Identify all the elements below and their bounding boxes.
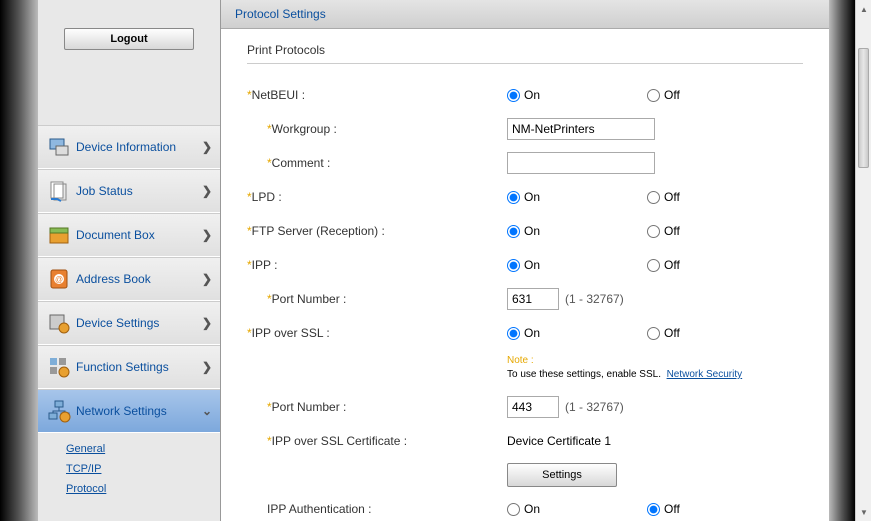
address-book-icon: @ [46,266,72,292]
radio-ipp-off[interactable]: Off [647,258,680,272]
radio-ippssl-on[interactable]: On [507,326,540,340]
label-workgroup: Workgroup : [272,122,337,136]
sidebar-item-device-settings[interactable]: Device Settings ❯ [38,301,220,345]
radio-ippssl-off[interactable]: Off [647,326,680,340]
label-lpd: LPD : [252,190,282,204]
workgroup-input[interactable] [507,118,655,140]
comment-input[interactable] [507,152,655,174]
section-title: Print Protocols [247,43,803,64]
port-range-hint: (1 - 32767) [565,400,624,414]
sidebar-item-label: Network Settings [76,404,202,418]
label-comment: Comment : [272,156,331,170]
label-ipp-port: Port Number : [272,292,347,306]
network-security-link[interactable]: Network Security [667,369,743,380]
chevron-right-icon: ❯ [202,272,212,286]
settings-button[interactable]: Settings [507,463,617,487]
chevron-right-icon: ❯ [202,140,212,154]
document-box-icon [46,222,72,248]
svg-text:@: @ [55,275,63,284]
ippssl-port-input[interactable] [507,396,559,418]
sidebar-item-label: Device Settings [76,316,202,330]
page-title: Protocol Settings [221,0,829,29]
sidebar-item-label: Function Settings [76,360,202,374]
radio-ippauth-on[interactable]: On [507,502,540,516]
label-ippauth: IPP Authentication : [267,502,372,516]
sidebar: Logout Device Information ❯ Job Status ❯… [38,0,220,521]
label-netbeui: NetBEUI : [252,88,305,102]
sidebar-item-network-settings[interactable]: Network Settings ⌄ [38,389,220,433]
sidebar-item-device-information[interactable]: Device Information ❯ [38,125,220,169]
scroll-up-icon[interactable]: ▲ [858,2,870,16]
sidebar-item-label: Job Status [76,184,202,198]
radio-netbeui-on[interactable]: On [507,88,540,102]
sub-nav-general[interactable]: General [66,439,220,459]
sidebar-item-address-book[interactable]: @ Address Book ❯ [38,257,220,301]
radio-netbeui-off[interactable]: Off [647,88,680,102]
label-ippssl-cert: IPP over SSL Certificate : [272,434,407,448]
network-settings-icon [46,398,72,424]
sidebar-item-function-settings[interactable]: Function Settings ❯ [38,345,220,389]
sidebar-item-label: Document Box [76,228,202,242]
radio-ipp-on[interactable]: On [507,258,540,272]
radio-ftp-off[interactable]: Off [647,224,680,238]
logout-button[interactable]: Logout [64,28,194,50]
job-status-icon [46,178,72,204]
port-range-hint: (1 - 32767) [565,292,624,306]
ipp-port-input[interactable] [507,288,559,310]
ssl-note: Note : To use these settings, enable SSL… [507,354,803,382]
label-ippssl: IPP over SSL : [252,326,330,340]
vertical-scrollbar[interactable]: ▲ ▼ [855,0,871,521]
sidebar-item-label: Device Information [76,140,202,154]
radio-lpd-on[interactable]: On [507,190,540,204]
scroll-down-icon[interactable]: ▼ [858,505,870,519]
sidebar-item-job-status[interactable]: Job Status ❯ [38,169,220,213]
function-settings-icon [46,354,72,380]
radio-ftp-on[interactable]: On [507,224,540,238]
device-settings-icon [46,310,72,336]
radio-lpd-off[interactable]: Off [647,190,680,204]
device-info-icon [46,134,72,160]
chevron-right-icon: ❯ [202,184,212,198]
sub-nav-tcpip[interactable]: TCP/IP [66,459,220,479]
label-ippssl-port: Port Number : [272,400,347,414]
ippssl-cert-value: Device Certificate 1 [507,434,611,448]
content-body: Print Protocols *NetBEUI : On Off *Workg… [221,29,829,521]
chevron-right-icon: ❯ [202,228,212,242]
sub-nav: General TCP/IP Protocol [38,433,220,499]
radio-ippauth-off[interactable]: Off [647,502,680,516]
chevron-right-icon: ❯ [202,316,212,330]
sidebar-item-label: Address Book [76,272,202,286]
scrollbar-thumb[interactable] [858,48,869,168]
label-ftp: FTP Server (Reception) : [252,224,385,238]
chevron-down-icon: ⌄ [202,404,212,418]
sidebar-item-document-box[interactable]: Document Box ❯ [38,213,220,257]
sub-nav-protocol[interactable]: Protocol [66,479,220,499]
chevron-right-icon: ❯ [202,360,212,374]
label-ipp: IPP : [252,258,278,272]
